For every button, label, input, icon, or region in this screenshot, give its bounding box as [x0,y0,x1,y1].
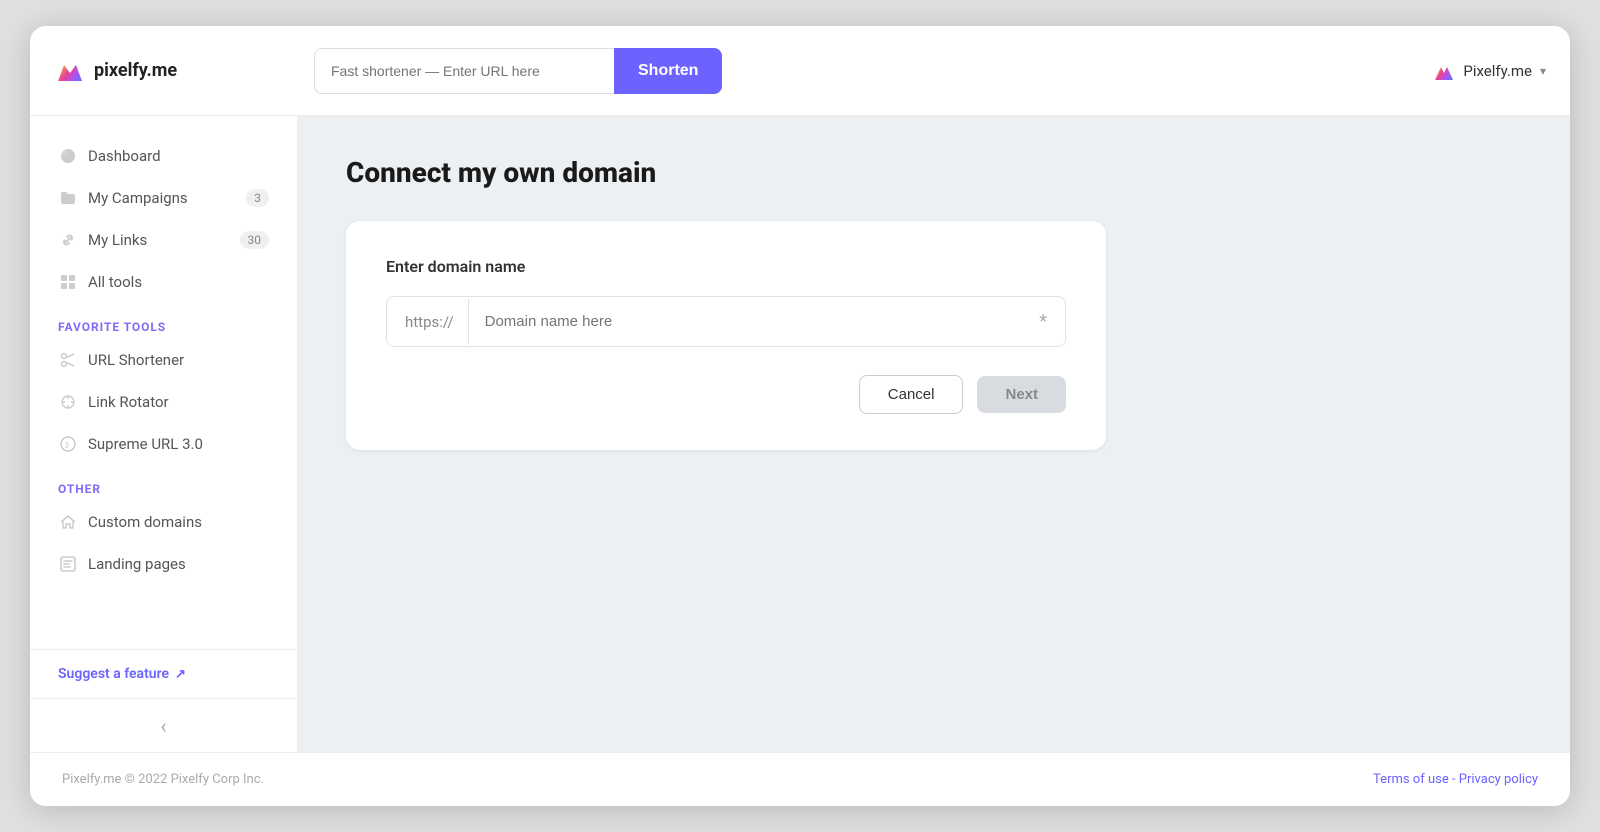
sidebar-dashboard-label: Dashboard [88,147,269,165]
card-section-label: Enter domain name [386,257,1066,276]
sidebar-linkrotator-label: Link Rotator [88,393,269,411]
logo-area: pixelfy.me [54,55,314,87]
search-input[interactable] [314,48,614,94]
sidebar-nav: Dashboard My Campaigns 3 My Links 30 [30,136,297,649]
sidebar-alltools-label: All tools [88,273,269,291]
footer-copy: © 2022 Pixelfy Corp Inc. [121,772,264,787]
svg-text:3: 3 [65,441,70,450]
domain-input-row: https:// * [386,296,1066,347]
external-link-icon: ↗ [175,667,186,682]
domain-card: Enter domain name https:// * Cancel Next [346,221,1106,450]
sidebar-item-alltools[interactable]: All tools [46,262,281,302]
sidebar-item-supreme-url[interactable]: 3 Supreme URL 3.0 [46,424,281,464]
suggest-feature-label: Suggest a feature [58,666,169,682]
sidebar-item-links[interactable]: My Links 30 [46,220,281,260]
sidebar-item-campaigns[interactable]: My Campaigns 3 [46,178,281,218]
chevron-left-icon: ‹ [160,714,166,738]
sidebar-item-landing-pages[interactable]: Landing pages [46,544,281,584]
sidebar-item-custom-domains[interactable]: Custom domains [46,502,281,542]
links-badge: 30 [240,231,270,249]
logo-icon [54,55,86,87]
page-title: Connect my own domain [346,156,1522,189]
sidebar-campaigns-label: My Campaigns [88,189,236,207]
sidebar-item-url-shortener[interactable]: URL Shortener [46,340,281,380]
sidebar-item-link-rotator[interactable]: Link Rotator [46,382,281,422]
sidebar: Dashboard My Campaigns 3 My Links 30 [30,116,298,752]
domain-name-input[interactable] [469,299,1022,344]
link-icon [58,230,78,250]
main-layout: Dashboard My Campaigns 3 My Links 30 [30,116,1570,752]
rotate-icon [58,392,78,412]
sidebar-landingpages-label: Landing pages [88,555,269,573]
logo-text: pixelfy.me [94,60,177,81]
sidebar-footer: Suggest a feature ↗ [30,649,297,698]
shorten-button[interactable]: Shorten [614,48,722,94]
footer-terms[interactable]: Terms of use - Privacy policy [1373,772,1538,787]
user-label: Pixelfy.me [1463,62,1532,80]
user-menu[interactable]: Pixelfy.me ▾ [1433,60,1546,82]
chevron-down-icon: ▾ [1540,64,1546,78]
footer-brand-link[interactable]: Pixelfy.me [62,772,121,787]
sidebar-item-dashboard[interactable]: Dashboard [46,136,281,176]
domain-prefix: https:// [387,299,469,345]
next-button[interactable]: Next [977,376,1066,413]
required-asterisk: * [1021,297,1065,346]
sidebar-links-label: My Links [88,231,230,249]
favorite-tools-title: FAVORITE TOOLS [46,304,281,340]
cancel-button[interactable]: Cancel [859,375,964,414]
scissors-icon [58,350,78,370]
sidebar-customdomains-label: Custom domains [88,513,269,531]
topbar: pixelfy.me Shorten Pixelfy.me ▾ [30,26,1570,116]
supreme-icon: 3 [58,434,78,454]
home-icon [58,512,78,532]
landing-icon [58,554,78,574]
grid-icon [58,272,78,292]
card-actions: Cancel Next [386,375,1066,414]
sidebar-collapse-button[interactable]: ‹ [30,698,297,752]
sidebar-urlshortener-label: URL Shortener [88,351,269,369]
content-area: Connect my own domain Enter domain name … [298,116,1570,752]
footer-brand: Pixelfy.me © 2022 Pixelfy Corp Inc. [62,772,264,787]
sidebar-supremeurl-label: Supreme URL 3.0 [88,435,269,453]
footer: Pixelfy.me © 2022 Pixelfy Corp Inc. Term… [30,752,1570,806]
pie-chart-icon [58,146,78,166]
folder-icon [58,188,78,208]
search-area: Shorten [314,48,734,94]
topbar-logo-icon [1433,60,1455,82]
other-title: OTHER [46,466,281,502]
campaigns-badge: 3 [246,189,269,207]
suggest-feature-link[interactable]: Suggest a feature ↗ [58,666,269,682]
